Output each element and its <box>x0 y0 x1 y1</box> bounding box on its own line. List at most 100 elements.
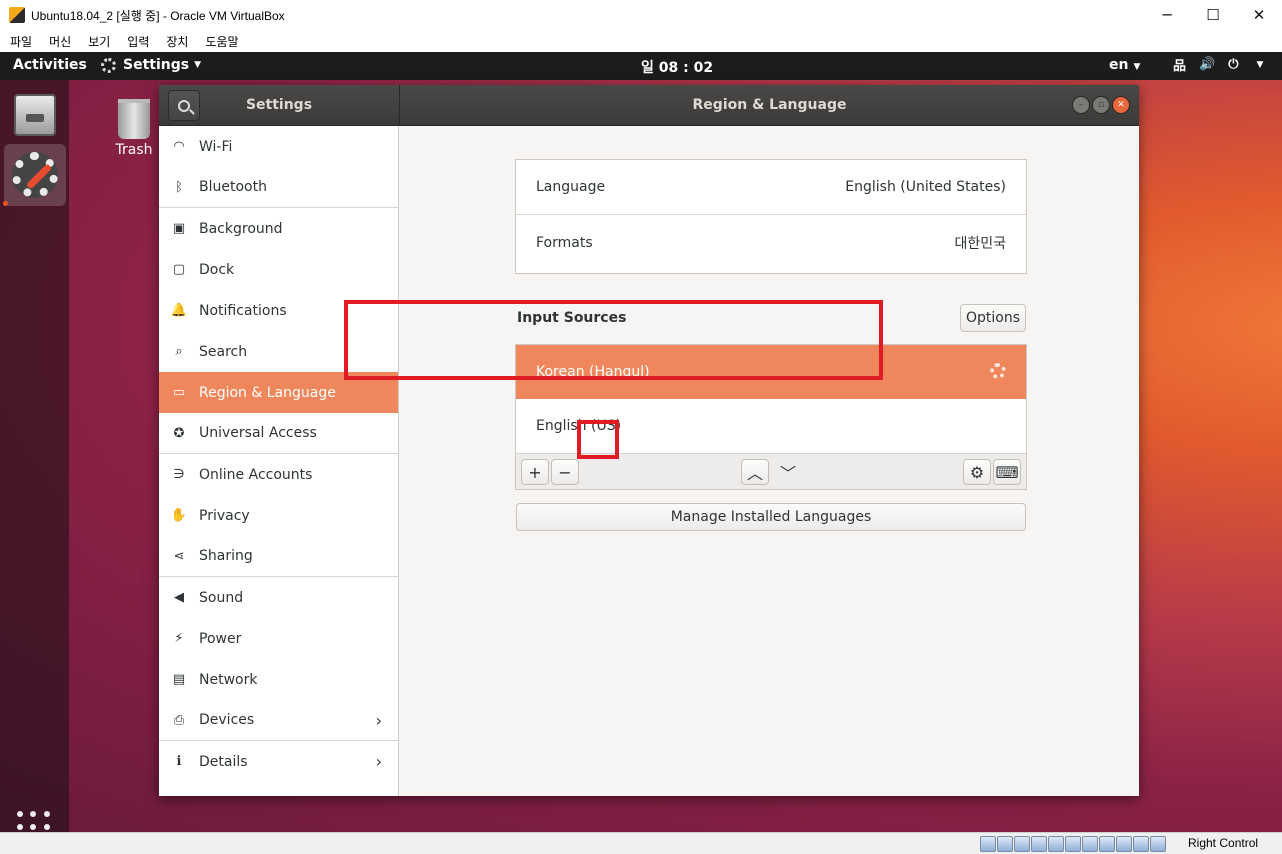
gear-icon <box>101 57 116 73</box>
menu-view[interactable]: 보기 <box>88 33 110 50</box>
region-language-panel: Language English (United States) Formats… <box>400 126 1139 796</box>
activities-button[interactable]: Activities <box>13 57 87 73</box>
gnome-top-bar: Activities Settings ▼ 일 08 : 02 en ▼ 品 🔊 … <box>0 52 1282 80</box>
sidebar-item-label: Universal Access <box>199 425 317 441</box>
sidebar-item-online-accounts[interactable]: ∋ Online Accounts <box>159 454 398 495</box>
usb-icon[interactable] <box>1048 836 1064 852</box>
sidebar-item-wifi[interactable]: ◠ Wi-Fi <box>159 126 398 167</box>
chevron-right-icon: › <box>375 711 382 730</box>
menu-input[interactable]: 입력 <box>127 33 149 50</box>
sidebar-item-label: Power <box>199 630 242 647</box>
background-icon: ▣ <box>172 221 186 236</box>
host-key-label: Right Control <box>1188 836 1259 850</box>
info-icon: ℹ <box>176 754 182 769</box>
video-capture-icon[interactable] <box>1099 836 1115 852</box>
keyboard-layout-button[interactable]: ⌨ <box>993 459 1021 485</box>
virtualbox-menubar: 파일 머신 보기 입력 장치 도움말 <box>0 30 1282 52</box>
menu-help[interactable]: 도움말 <box>205 33 238 50</box>
virtualbox-window-title: Ubuntu18.04_2 [실행 중] - Oracle VM Virtual… <box>31 8 285 23</box>
sidebar-item-sharing[interactable]: ⋖ Sharing <box>159 536 398 577</box>
sidebar-item-sound[interactable]: ◀ Sound <box>159 577 398 618</box>
minimize-icon[interactable]: ─ <box>1144 0 1190 30</box>
move-down-button[interactable]: ﹀ <box>774 459 802 485</box>
power-icon: ⏻ <box>1228 57 1239 72</box>
trash-label: Trash <box>115 142 153 158</box>
accessibility-icon: ✪ <box>173 425 185 441</box>
dock-settings[interactable] <box>4 144 66 206</box>
bluetooth-icon: ᛒ <box>175 179 183 195</box>
shared-folder-icon[interactable] <box>1065 836 1081 852</box>
sidebar-item-details[interactable]: ℹ Details › <box>159 741 398 782</box>
hard-disk-icon[interactable] <box>980 836 996 852</box>
region-icon: ▭ <box>172 385 186 400</box>
sidebar-item-privacy[interactable]: ✋ Privacy <box>159 495 398 536</box>
network-icon: 品 <box>1173 59 1187 74</box>
formats-label: Formats <box>536 235 593 251</box>
move-up-button[interactable]: ︿ <box>741 459 769 485</box>
maximize-icon[interactable]: ☐ <box>1190 0 1236 30</box>
virtualbox-statusbar: Right Control <box>0 832 1282 854</box>
bell-icon: 🔔 <box>170 303 188 318</box>
menu-machine[interactable]: 머신 <box>49 33 71 50</box>
sidebar-item-bluetooth[interactable]: ᛒ Bluetooth <box>159 167 398 208</box>
input-language-indicator[interactable]: en ▼ <box>1109 57 1140 73</box>
sidebar-item-background[interactable]: ▣ Background <box>159 208 398 249</box>
sidebar-item-dock[interactable]: ▢ Dock <box>159 249 398 290</box>
speaker-icon: ◀ <box>174 590 184 605</box>
cpu-icon[interactable] <box>1116 836 1132 852</box>
network-icon: ▤ <box>172 672 186 687</box>
sidebar-item-devices[interactable]: ⎙ Devices › <box>159 700 398 741</box>
window-controls: – ▫ ✕ <box>1070 96 1130 114</box>
display-icon[interactable] <box>1082 836 1098 852</box>
virtualbox-app-icon <box>9 7 25 23</box>
caret-down-icon: ▼ <box>1256 59 1264 70</box>
sidebar-item-label: Network <box>199 671 258 688</box>
formats-row[interactable]: Formats 대한민국 <box>516 215 1026 271</box>
dock-files[interactable] <box>4 84 66 146</box>
language-row[interactable]: Language English (United States) <box>516 160 1026 215</box>
remove-input-source-button[interactable]: − <box>551 459 579 485</box>
sidebar-item-label: Search <box>199 343 248 360</box>
share-icon: ⋖ <box>173 548 185 564</box>
close-icon[interactable]: ✕ <box>1112 96 1130 114</box>
app-menu-button[interactable]: Settings ▼ <box>101 57 201 73</box>
minimize-icon[interactable]: – <box>1072 96 1090 114</box>
annotation-highlight-up-button <box>577 420 619 459</box>
sidebar-item-label: Background <box>199 220 283 237</box>
add-input-source-button[interactable]: + <box>521 459 549 485</box>
annotation-highlight-selected-row <box>344 300 883 380</box>
options-button[interactable]: Options <box>960 304 1026 332</box>
virtualbox-status-icons <box>980 836 1167 852</box>
sidebar-item-label: Dock <box>199 261 235 278</box>
sidebar-item-power[interactable]: ⚡ Power <box>159 618 398 659</box>
language-label: Language <box>536 179 606 195</box>
optical-drive-icon[interactable] <box>997 836 1013 852</box>
sidebar-item-label: Sound <box>199 589 244 606</box>
maximize-icon[interactable]: ▫ <box>1092 96 1110 114</box>
desktop-trash[interactable]: Trash <box>113 99 155 158</box>
network-adapter-icon[interactable] <box>1031 836 1047 852</box>
sidebar-item-universal-access[interactable]: ✪ Universal Access <box>159 413 398 454</box>
sidebar-item-label: Sharing <box>199 548 253 564</box>
volume-icon: 🔊 <box>1199 57 1216 72</box>
close-icon[interactable]: ✕ <box>1236 0 1282 30</box>
system-tray[interactable]: 品 🔊 ⏻ ▼ <box>1173 55 1276 74</box>
manage-installed-languages-button[interactable]: Manage Installed Languages <box>516 503 1026 531</box>
sidebar-item-network[interactable]: ▤ Network <box>159 659 398 700</box>
gear-icon[interactable] <box>990 363 1006 379</box>
sidebar-title: Settings <box>245 97 313 113</box>
language-value: English (United States) <box>845 179 1006 195</box>
caret-down-icon: ▼ <box>1133 62 1141 72</box>
chevron-right-icon: › <box>375 752 382 771</box>
sidebar-item-label: Region & Language <box>199 384 336 401</box>
show-applications-icon[interactable] <box>17 811 51 832</box>
menu-file[interactable]: 파일 <box>10 33 32 50</box>
menu-devices[interactable]: 장치 <box>166 33 188 50</box>
caret-down-icon: ▼ <box>194 60 202 70</box>
input-source-settings-button[interactable]: ⚙ <box>963 459 991 485</box>
settings-sidebar: ◠ Wi-Fi ᛒ Bluetooth ▣ Background ▢ Dock 🔔 Not… <box>159 126 399 796</box>
clock[interactable]: 일 08 : 02 <box>641 57 713 77</box>
audio-icon[interactable] <box>1014 836 1030 852</box>
mouse-integration-icon[interactable] <box>1133 836 1149 852</box>
app-menu-label: Settings <box>123 57 190 73</box>
